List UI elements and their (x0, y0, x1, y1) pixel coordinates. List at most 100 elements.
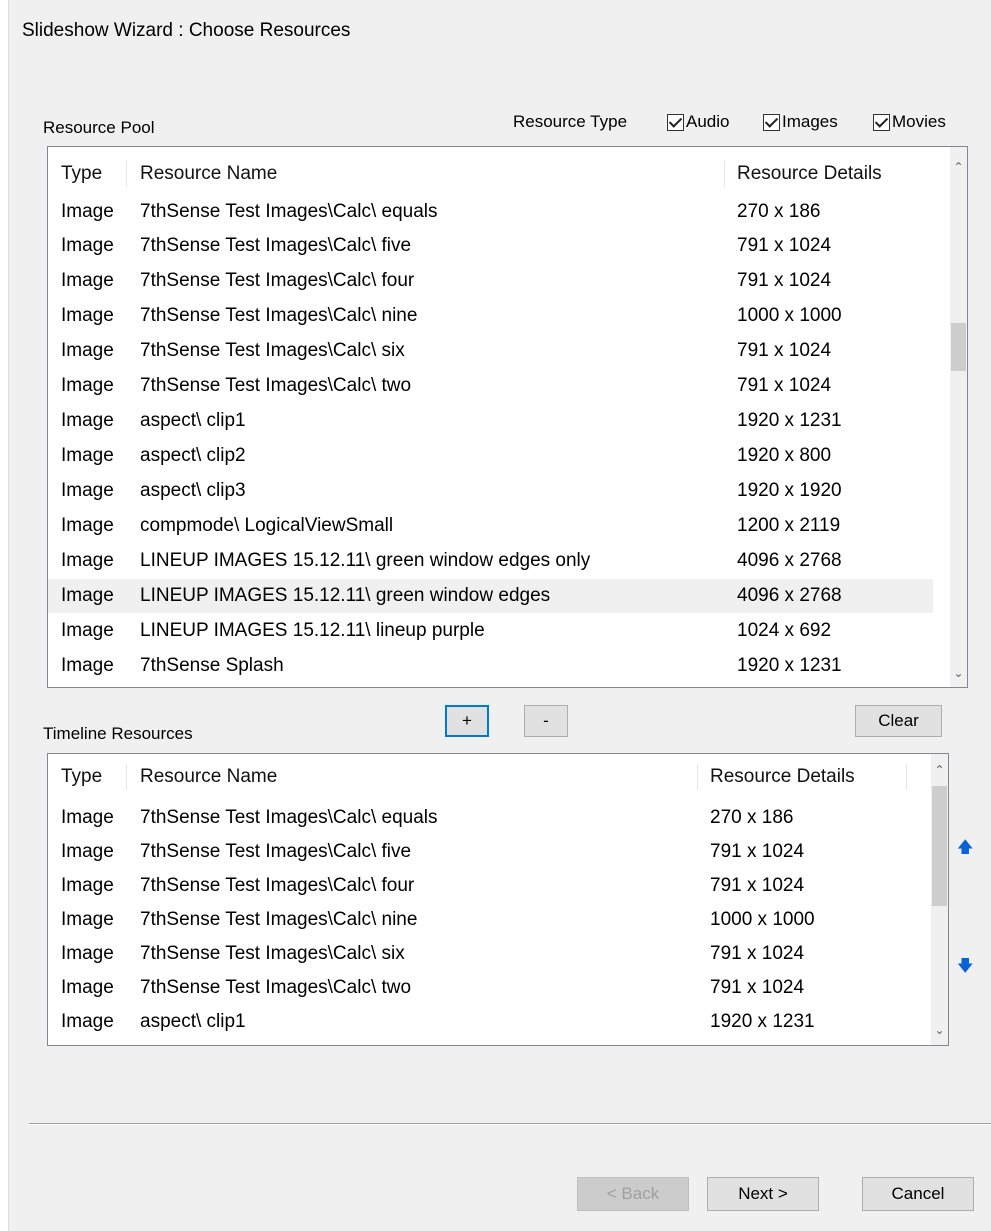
timeline-header: Type Resource Name Resource Details (48, 760, 914, 794)
row-details: 1920 x 1231 (737, 410, 842, 431)
filter-movies-label: Movies (892, 112, 946, 131)
row-details: 4096 x 2768 (737, 550, 842, 571)
row-details: 1920 x 1231 (737, 655, 842, 676)
move-up-arrow-icon[interactable]: 🡅 (957, 836, 973, 863)
row-type: Image (61, 340, 114, 361)
row-details: 1000 x 1000 (737, 305, 842, 326)
cancel-button[interactable]: Cancel (862, 1177, 974, 1211)
column-header-type[interactable]: Type (61, 760, 102, 794)
row-type: Image (61, 585, 114, 606)
row-name: 7thSense Test Images\Calc\ two (140, 977, 412, 998)
filter-movies-checkbox[interactable]: Movies (873, 112, 946, 132)
resource-pool-list[interactable]: Type Resource Name Resource Details Imag… (47, 146, 968, 688)
add-resource-button[interactable]: + (445, 705, 489, 737)
row-name: 7thSense Test Images\Calc\ nine (140, 305, 418, 326)
column-header-type[interactable]: Type (61, 157, 102, 191)
table-row[interactable]: Image 7thSense Test Images\Calc\ equals … (48, 195, 933, 229)
row-details: 791 x 1024 (710, 977, 805, 998)
row-details: 1024 x 692 (737, 620, 832, 641)
column-header-resource-details[interactable]: Resource Details (710, 760, 855, 794)
row-name: 7thSense Test Images\Calc\ five (140, 235, 412, 256)
row-name: 7thSense Test Images\Calc\ five (140, 841, 412, 862)
scroll-up-icon[interactable]: ⌃ (950, 159, 967, 176)
resource-pool-scrollbar[interactable]: ⌃ ⌄ (950, 147, 967, 687)
row-type: Image (61, 480, 114, 501)
filter-images-checkbox[interactable]: Images (763, 112, 838, 132)
scroll-down-icon[interactable]: ⌄ (931, 1022, 948, 1039)
row-name: compmode\ LogicalViewSmall (140, 515, 394, 536)
row-details: 1920 x 1920 (737, 480, 842, 501)
back-button[interactable]: < Back (577, 1177, 689, 1211)
resource-type-label: Resource Type (513, 112, 628, 131)
table-row[interactable]: Image 7thSense Test Images\Calc\ equals … (48, 801, 914, 835)
row-details: 791 x 1024 (737, 375, 832, 396)
clear-button[interactable]: Clear (855, 705, 942, 737)
column-header-resource-name[interactable]: Resource Name (140, 760, 277, 794)
scrollbar-thumb[interactable] (951, 323, 966, 371)
row-type: Image (61, 270, 114, 291)
resource-pool-label: Resource Pool (43, 118, 155, 137)
column-divider[interactable] (724, 161, 725, 187)
row-type: Image (61, 841, 114, 862)
row-name: aspect\ clip1 (140, 410, 246, 431)
column-divider[interactable] (697, 764, 698, 790)
filter-audio-checkbox[interactable]: Audio (667, 112, 729, 132)
row-details: 791 x 1024 (737, 270, 832, 291)
remove-resource-button[interactable]: - (524, 705, 568, 737)
table-row[interactable]: Image aspect\ clip2 1920 x 800 (48, 439, 933, 473)
table-row[interactable]: Image 7thSense Test Images\Calc\ four 79… (48, 264, 933, 298)
table-row[interactable]: Image LINEUP IMAGES 15.12.11\ lineup pur… (48, 614, 933, 648)
table-row[interactable]: Image 7thSense Test Images\Calc\ six 791… (48, 937, 914, 971)
table-row[interactable]: Image compmode\ LogicalViewSmall 1200 x … (48, 509, 933, 543)
row-name: aspect\ clip3 (140, 480, 246, 501)
row-details: 270 x 186 (710, 807, 794, 828)
table-row[interactable]: Image aspect\ clip1 1920 x 1231 (48, 1005, 914, 1039)
row-name: 7thSense Test Images\Calc\ equals (140, 807, 438, 828)
row-details: 791 x 1024 (737, 340, 832, 361)
checkbox-checked-icon (763, 113, 780, 131)
table-row[interactable]: Image 7thSense Test Images\Calc\ six 791… (48, 334, 933, 368)
resource-pool-header: Type Resource Name Resource Details (48, 157, 933, 191)
table-row[interactable]: Image 7thSense Test Images\Calc\ nine 10… (48, 903, 914, 937)
column-divider[interactable] (126, 161, 127, 187)
row-type: Image (61, 620, 114, 641)
checkbox-checked-icon (667, 113, 684, 131)
column-divider[interactable] (126, 764, 127, 790)
table-row[interactable]: Image 7thSense Test Images\Calc\ five 79… (48, 229, 933, 263)
table-row[interactable]: Image 7thSense Test Images\Calc\ two 791… (48, 369, 933, 403)
scroll-down-icon[interactable]: ⌄ (950, 665, 967, 682)
table-row[interactable]: Image 7thSense Test Images\Calc\ nine 10… (48, 299, 933, 333)
table-row[interactable]: Image 7thSense Test Images\Calc\ four 79… (48, 869, 914, 903)
timeline-resources-list[interactable]: Type Resource Name Resource Details Imag… (47, 753, 949, 1046)
column-header-resource-details[interactable]: Resource Details (737, 157, 882, 191)
table-row[interactable]: Image aspect\ clip3 1920 x 1920 (48, 474, 933, 508)
table-row[interactable]: Image LINEUP IMAGES 15.12.11\ green wind… (48, 544, 933, 578)
table-row-selected[interactable]: Image LINEUP IMAGES 15.12.11\ green wind… (48, 579, 933, 613)
scroll-up-icon[interactable]: ⌃ (931, 762, 948, 779)
filter-audio-label: Audio (686, 112, 730, 131)
row-type: Image (61, 655, 114, 676)
row-details: 791 x 1024 (710, 841, 805, 862)
scrollbar-thumb[interactable] (932, 786, 947, 906)
row-details: 4096 x 2768 (737, 585, 842, 606)
column-header-resource-name[interactable]: Resource Name (140, 157, 277, 191)
row-type: Image (61, 305, 114, 326)
row-name: LINEUP IMAGES 15.12.11\ lineup purple (140, 620, 485, 641)
row-name: LINEUP IMAGES 15.12.11\ green window edg… (140, 585, 551, 606)
row-type: Image (61, 375, 114, 396)
table-row[interactable]: Image 7thSense Test Images\Calc\ five 79… (48, 835, 914, 869)
row-details: 1920 x 1231 (710, 1011, 815, 1032)
timeline-resources-label: Timeline Resources (43, 724, 193, 743)
timeline-scrollbar[interactable]: ⌃ ⌄ (931, 754, 948, 1045)
row-name: 7thSense Test Images\Calc\ equals (140, 201, 438, 222)
table-row[interactable]: Image 7thSense Splash 1920 x 1231 (48, 649, 933, 683)
move-down-arrow-icon[interactable]: 🡇 (957, 955, 973, 982)
row-type: Image (61, 807, 114, 828)
row-type: Image (61, 235, 114, 256)
wizard-dialog: Slideshow Wizard : Choose Resources Reso… (8, 0, 991, 1231)
column-divider[interactable] (906, 764, 907, 790)
window-title: Slideshow Wizard : Choose Resources (22, 20, 351, 41)
next-button[interactable]: Next > (707, 1177, 819, 1211)
table-row[interactable]: Image 7thSense Test Images\Calc\ two 791… (48, 971, 914, 1005)
table-row[interactable]: Image aspect\ clip1 1920 x 1231 (48, 404, 933, 438)
